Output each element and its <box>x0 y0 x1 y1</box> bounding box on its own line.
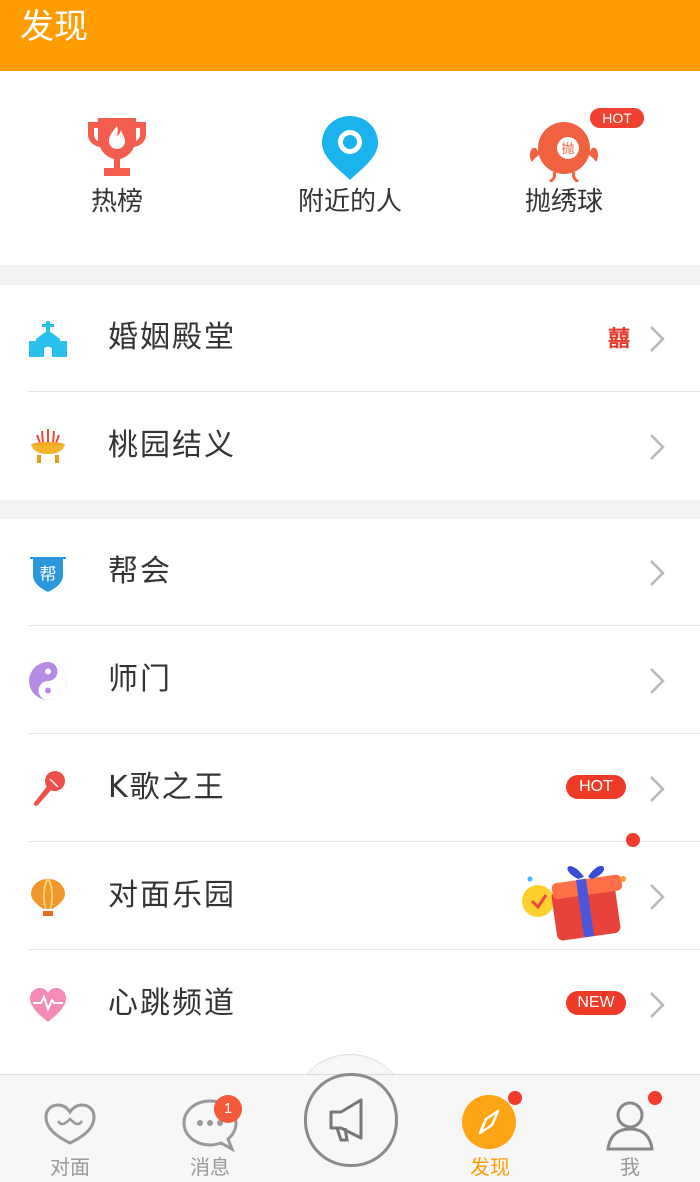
megaphone-button[interactable] <box>304 1073 398 1167</box>
tab-label: 对面 <box>50 1155 90 1179</box>
double-happiness-badge: 囍 <box>608 327 631 352</box>
quick-action-nearby[interactable]: 附近的人 <box>250 111 450 219</box>
notification-dot <box>648 1091 662 1105</box>
divider <box>28 949 700 950</box>
hot-badge: HOT <box>566 775 626 799</box>
tab-discover[interactable]: 发现 <box>420 1075 560 1182</box>
list-item-label: 心跳频道 <box>108 986 236 1021</box>
divider <box>28 841 700 842</box>
microphone-icon <box>28 769 68 809</box>
church-icon <box>28 319 68 359</box>
heartbeat-icon <box>28 985 68 1025</box>
list-item-label: 师门 <box>108 662 172 697</box>
svg-text:帮: 帮 <box>40 565 57 585</box>
list-item-karaoke-king[interactable]: K歌之王 HOT <box>0 735 700 842</box>
divider <box>28 733 700 734</box>
tab-label: 我 <box>620 1155 640 1179</box>
app-header: 发现 <box>0 0 700 71</box>
list-item-gang[interactable]: 帮 帮会 <box>0 519 700 626</box>
hot-air-balloon-icon <box>28 877 68 917</box>
chevron-right-icon <box>650 776 665 802</box>
notification-dot <box>508 1091 522 1105</box>
list-item-label: 帮会 <box>108 554 172 589</box>
trophy-icon <box>17 111 217 183</box>
quick-action-hot-list[interactable]: 热榜 <box>17 111 217 219</box>
list-item-label: K歌之王 <box>108 770 226 805</box>
chevron-right-icon <box>650 668 665 694</box>
new-badge: NEW <box>566 991 626 1015</box>
tab-broadcast[interactable] <box>280 1073 420 1182</box>
list-item-heartbeat-channel[interactable]: 心跳频道 NEW <box>0 951 700 1058</box>
list-item-paradise[interactable]: 对面乐园 <box>0 833 700 950</box>
list-group-features: 帮 帮会 师门 K歌之王 HOT 对面乐园 心跳频道 NEW <box>0 519 700 1074</box>
tab-face-to-face[interactable]: 对面 <box>0 1075 140 1182</box>
svg-text:抛: 抛 <box>561 142 574 157</box>
tab-label: 发现 <box>470 1155 510 1179</box>
list-item-label: 婚姻殿堂 <box>108 320 236 355</box>
compass-icon <box>462 1095 516 1149</box>
chevron-right-icon <box>650 884 665 910</box>
list-item-peach-garden-oath[interactable]: 桃园结义 <box>0 393 700 500</box>
chevron-right-icon <box>650 992 665 1018</box>
unread-count-badge: 1 <box>214 1095 242 1123</box>
quick-action-label: 热榜 <box>90 187 143 217</box>
chevron-right-icon <box>650 560 665 586</box>
list-group-social: 婚姻殿堂 囍 桃园结义 <box>0 285 700 500</box>
notification-dot <box>626 833 640 847</box>
location-pin-icon <box>250 111 450 183</box>
list-item-label: 对面乐园 <box>108 878 236 913</box>
incense-burner-icon <box>28 427 68 467</box>
tab-label: 消息 <box>190 1155 230 1179</box>
bottom-tab-bar: 对面 1 消息 发现 我 <box>0 1073 700 1182</box>
chevron-right-icon <box>650 326 665 352</box>
list-item-master-school[interactable]: 师门 <box>0 627 700 734</box>
tab-messages[interactable]: 1 消息 <box>140 1075 280 1182</box>
chevron-right-icon <box>650 434 665 460</box>
list-item-label: 桃园结义 <box>108 428 236 463</box>
quick-action-label: 抛绣球 <box>524 187 603 217</box>
gift-box-icon[interactable] <box>518 849 636 945</box>
gang-shield-icon: 帮 <box>28 553 68 593</box>
divider <box>28 391 700 392</box>
heart-chat-icon <box>44 1103 96 1145</box>
list-item-marriage-hall[interactable]: 婚姻殿堂 囍 <box>0 285 700 392</box>
hot-badge: HOT <box>590 108 644 128</box>
tab-me[interactable]: 我 <box>560 1075 700 1182</box>
quick-actions: 热榜 附近的人 抛 抛绣球 HOT <box>0 71 700 265</box>
quick-action-label: 附近的人 <box>297 187 402 217</box>
megaphone-icon <box>329 1098 363 1142</box>
divider <box>28 625 700 626</box>
page-title: 发现 <box>20 7 88 47</box>
yin-yang-icon <box>28 661 68 701</box>
